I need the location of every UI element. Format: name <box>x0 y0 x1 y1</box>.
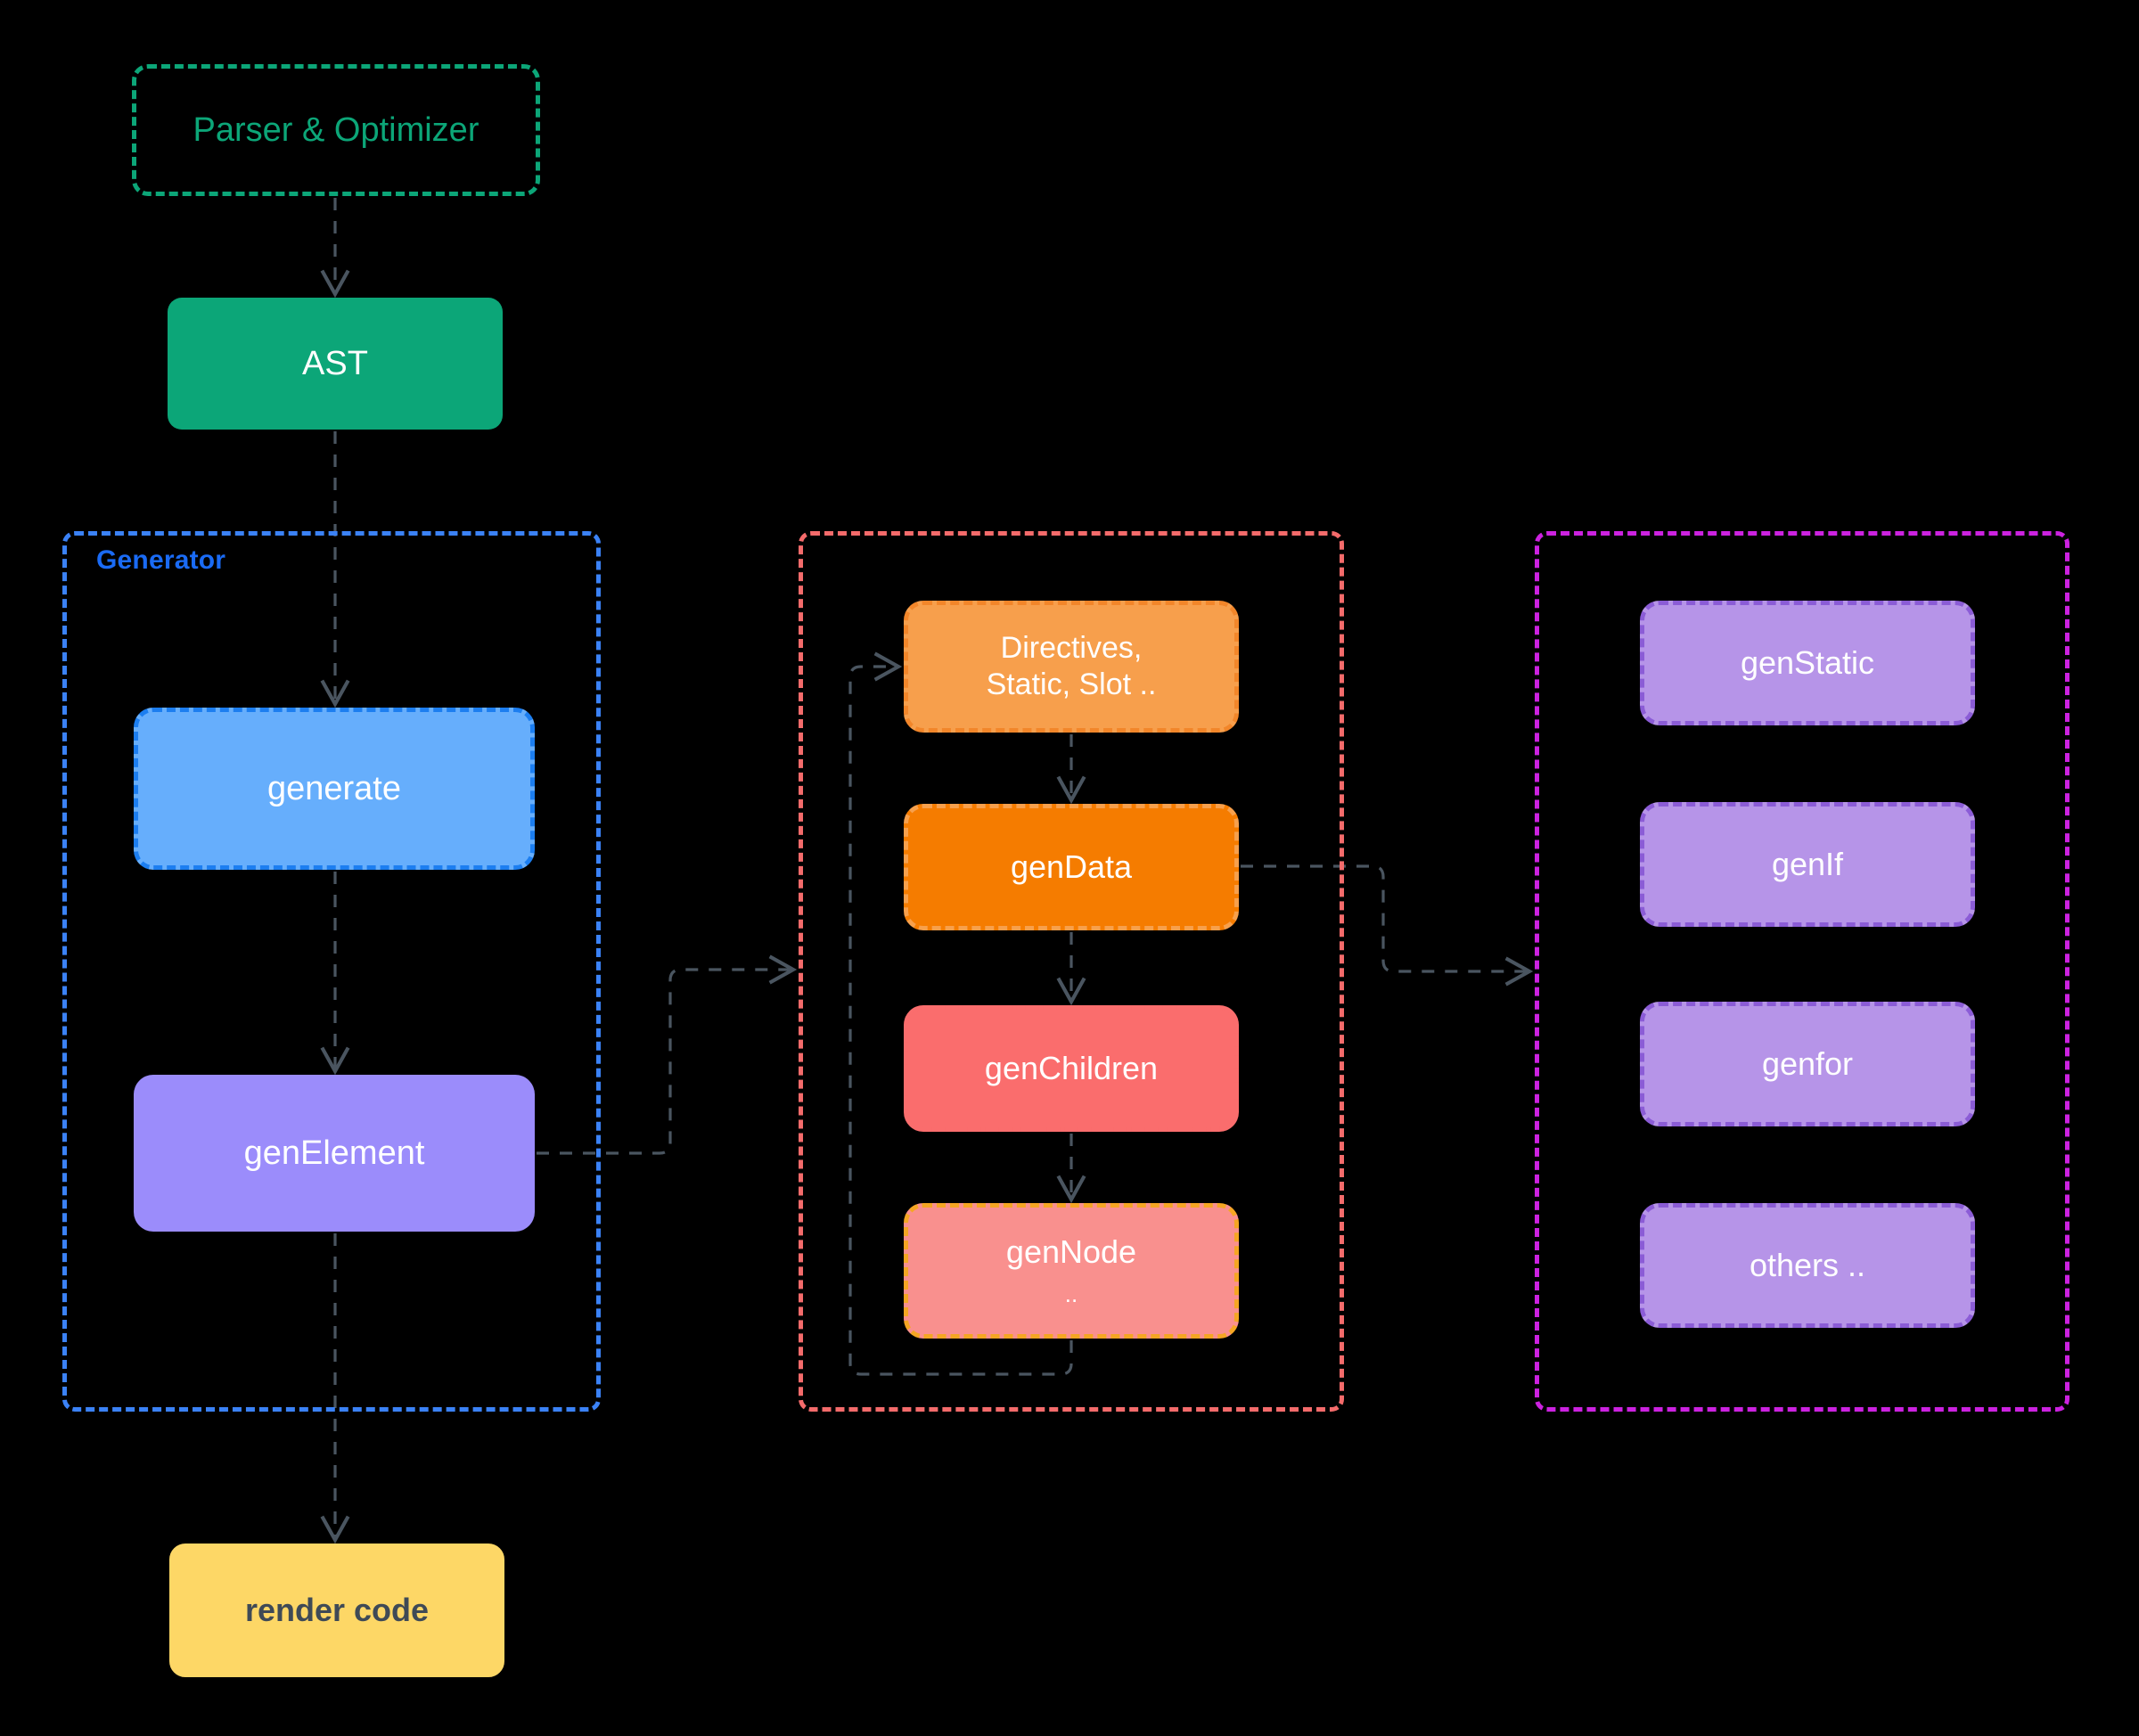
group-generator <box>62 531 601 1412</box>
node-parser-optimizer[interactable]: Parser & Optimizer <box>132 64 540 196</box>
node-gen-others[interactable]: others .. <box>1640 1203 1975 1328</box>
node-gen-element[interactable]: genElement <box>134 1075 535 1232</box>
node-gen-node[interactable]: genNode .. <box>904 1203 1239 1339</box>
node-gen-children[interactable]: genChildren <box>904 1005 1239 1132</box>
node-ast[interactable]: AST <box>168 298 503 430</box>
diagram-canvas: Generator Parser & Optimizer AST generat… <box>0 0 2139 1736</box>
node-gen-node-sublabel: .. <box>1064 1281 1078 1308</box>
node-gen-static[interactable]: genStatic <box>1640 601 1975 725</box>
node-directives-static-slot[interactable]: Directives, Static, Slot .. <box>904 601 1239 733</box>
group-generator-label: Generator <box>96 545 226 575</box>
node-gen-if[interactable]: genIf <box>1640 802 1975 927</box>
node-gen-for[interactable]: genfor <box>1640 1002 1975 1126</box>
node-generate[interactable]: generate <box>134 708 535 870</box>
node-render-code[interactable]: render code <box>169 1544 504 1677</box>
node-gen-data[interactable]: genData <box>904 804 1239 930</box>
node-gen-node-label: genNode <box>1005 1233 1137 1271</box>
